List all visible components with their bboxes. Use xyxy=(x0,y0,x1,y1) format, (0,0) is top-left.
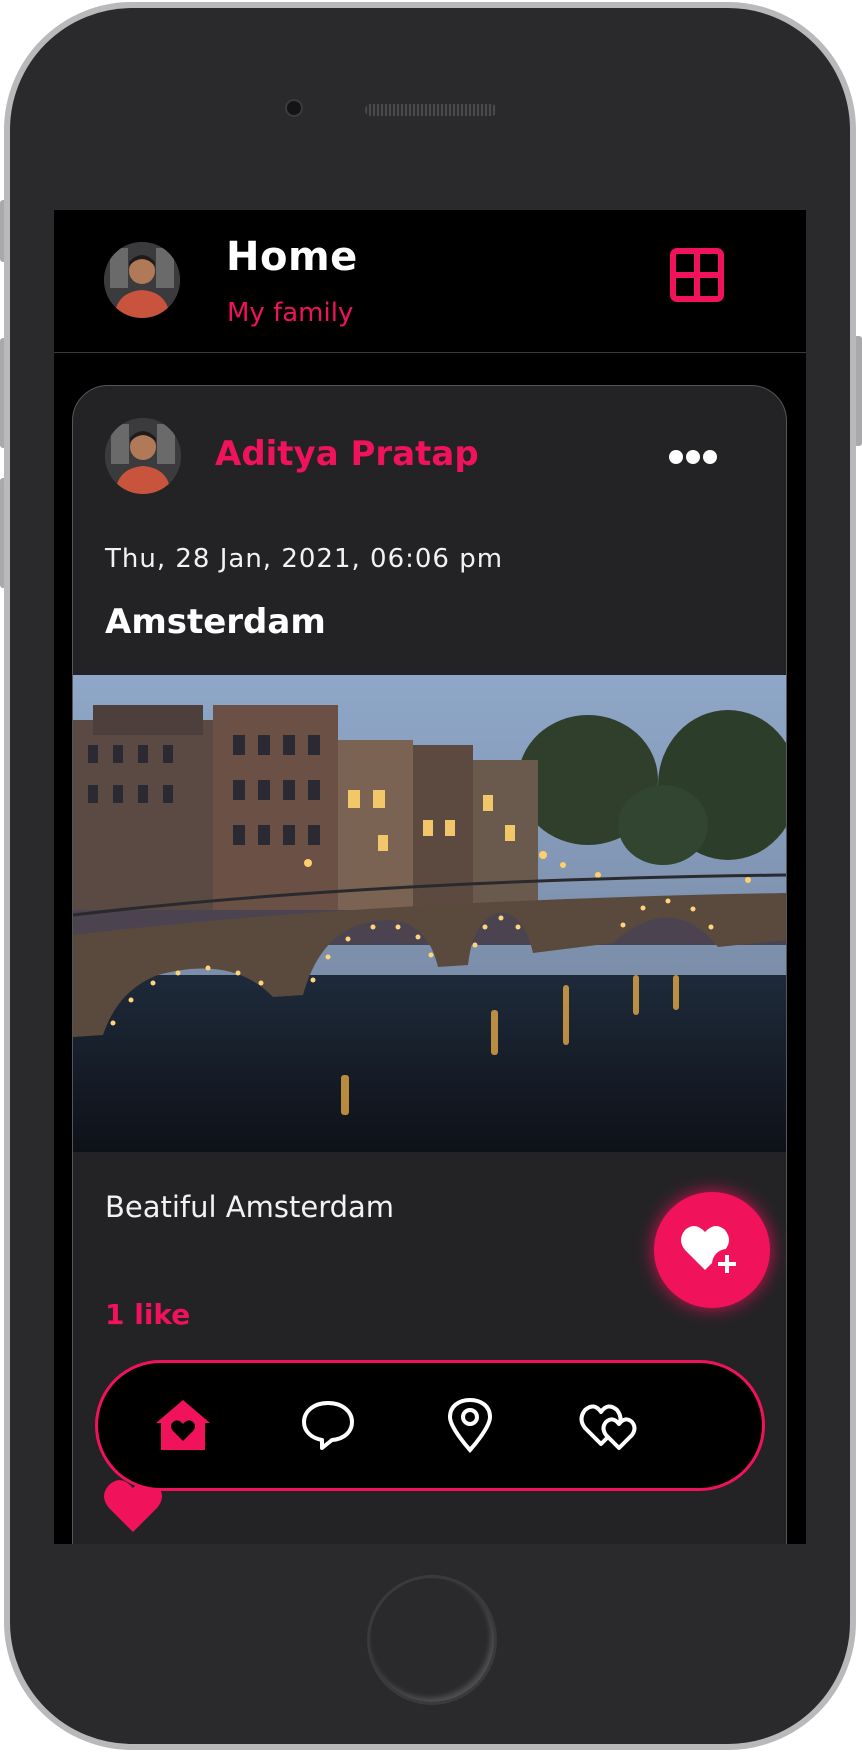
hearts-icon xyxy=(579,1404,637,1450)
more-horizontal-icon[interactable] xyxy=(668,448,718,466)
post-date: Thu, 28 Jan, 2021, 06:06 pm xyxy=(105,544,504,574)
post-author[interactable]: Aditya Pratap xyxy=(215,434,479,474)
app-header: Home My family xyxy=(54,210,806,353)
author-avatar[interactable] xyxy=(105,418,181,494)
post-caption: Beatiful Amsterdam xyxy=(105,1190,395,1224)
home-icon xyxy=(156,1400,210,1450)
nav-chat[interactable] xyxy=(296,1393,360,1457)
grid-icon[interactable] xyxy=(670,248,724,302)
bottom-nav xyxy=(95,1360,765,1491)
avatar-image xyxy=(104,242,180,318)
location-pin-icon xyxy=(447,1397,493,1453)
page-title: Home xyxy=(226,234,358,280)
nav-location[interactable] xyxy=(438,1393,502,1457)
avatar-image xyxy=(105,418,181,494)
user-avatar[interactable] xyxy=(104,242,180,318)
front-camera xyxy=(285,99,303,117)
chat-bubble-icon xyxy=(302,1401,354,1450)
heart-plus-icon xyxy=(681,1225,742,1279)
home-hardware-button[interactable] xyxy=(367,1575,497,1705)
amsterdam-canal-bridge-photo[interactable] xyxy=(73,675,786,1152)
like-button[interactable] xyxy=(654,1192,770,1308)
like-count[interactable]: 1 like xyxy=(105,1298,190,1331)
earpiece-speaker xyxy=(365,104,497,116)
nav-favorites[interactable] xyxy=(578,1393,642,1457)
nav-home[interactable] xyxy=(151,1393,215,1457)
app-screen: Home My family Aditya Pratap Thu, 28 Jan… xyxy=(54,210,806,1544)
post-title: Amsterdam xyxy=(105,602,326,642)
page-subtitle: My family xyxy=(227,298,354,328)
